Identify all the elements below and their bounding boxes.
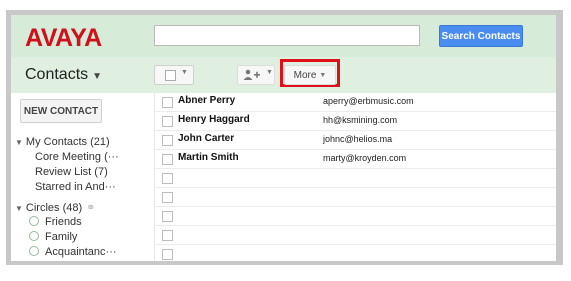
row-checkbox[interactable] <box>162 192 173 203</box>
sidebar-item-label: Friends <box>45 216 82 228</box>
search-input[interactable] <box>154 25 420 46</box>
avaya-logo: AVAYA <box>25 24 102 52</box>
circles-settings-icon[interactable]: ⚭ <box>86 202 95 214</box>
chevron-down-icon: ▼ <box>319 71 327 79</box>
contacts-app: AVAYA Search Contacts Contacts ▼ ▼ ▼ Mor… <box>11 15 556 261</box>
contact-email: hh@ksmining.com <box>323 115 398 125</box>
search-contacts-button[interactable]: Search Contacts <box>439 25 523 47</box>
new-contact-button[interactable]: NEW CONTACT <box>20 99 102 123</box>
contact-email: marty@kroyden.com <box>323 153 407 163</box>
row-checkbox[interactable] <box>162 173 173 184</box>
contact-row[interactable]: Abner Perry aperry@erbmusic.com <box>155 93 556 112</box>
contact-row[interactable]: Henry Haggard hh@ksmining.com <box>155 112 556 131</box>
contact-name[interactable]: Martin Smith <box>178 152 239 163</box>
sidebar-item-label: Starred in And··· <box>35 181 116 193</box>
sidebar-item-acquaintances[interactable]: Acquaintanc··· <box>29 246 117 258</box>
sidebar-item-circles[interactable]: ▼ Circles (48) ⚭ <box>15 201 95 214</box>
sidebar-item-label: Acquaintanc··· <box>45 246 117 258</box>
contact-row[interactable]: John Carter johnc@helios.ma <box>155 131 556 150</box>
empty-row <box>155 169 556 188</box>
row-checkbox[interactable] <box>162 230 173 241</box>
add-person-icon <box>243 69 260 80</box>
row-checkbox[interactable] <box>162 135 173 146</box>
top-bar: AVAYA Search Contacts <box>11 15 556 57</box>
row-checkbox[interactable] <box>162 249 173 260</box>
contact-row[interactable]: Martin Smith marty@kroyden.com <box>155 150 556 169</box>
contacts-menu[interactable]: Contacts ▼ <box>25 66 102 84</box>
contact-name[interactable]: Henry Haggard <box>178 114 250 125</box>
sidebar-item-my-contacts[interactable]: ▼ My Contacts (21) <box>15 136 110 148</box>
more-label: More <box>293 69 317 81</box>
page-title: Contacts <box>25 66 89 83</box>
chevron-down-icon: ▼ <box>181 69 188 76</box>
row-checkbox[interactable] <box>162 154 173 165</box>
sidebar-item-label: Circles (48) <box>25 202 83 214</box>
row-checkbox[interactable] <box>162 116 173 127</box>
contact-name[interactable]: John Carter <box>178 133 234 144</box>
sidebar-item-core-meeting[interactable]: Core Meeting (··· <box>35 151 119 163</box>
toolbar: Contacts ▼ ▼ ▼ More ▼ <box>11 57 556 94</box>
contact-email: johnc@helios.ma <box>323 134 393 144</box>
sidebar-item-starred[interactable]: Starred in And··· <box>35 181 116 193</box>
triangle-down-icon: ▼ <box>15 138 23 147</box>
sidebar: NEW CONTACT ▼ My Contacts (21) Core Meeti… <box>11 93 154 261</box>
contact-name[interactable]: Abner Perry <box>178 95 235 106</box>
empty-row <box>155 188 556 207</box>
select-all-dropdown[interactable]: ▼ <box>154 65 194 85</box>
triangle-down-icon: ▼ <box>15 204 23 213</box>
circle-icon <box>29 231 39 241</box>
screenshot-frame: AVAYA Search Contacts Contacts ▼ ▼ ▼ Mor… <box>6 10 563 265</box>
circle-icon <box>29 246 39 256</box>
sidebar-item-label: My Contacts (21) <box>25 136 110 148</box>
contact-email: aperry@erbmusic.com <box>323 96 414 106</box>
circle-icon <box>29 216 39 226</box>
more-button[interactable]: More ▼ <box>284 65 336 85</box>
sidebar-item-friends[interactable]: Friends <box>29 216 82 228</box>
sidebar-item-label: Review List (7) <box>35 166 108 178</box>
checkbox-icon <box>165 70 176 81</box>
sidebar-item-review-list[interactable]: Review List (7) <box>35 166 108 178</box>
chevron-down-icon: ▼ <box>92 71 103 82</box>
row-checkbox[interactable] <box>162 97 173 108</box>
sidebar-item-label: Core Meeting (··· <box>35 151 119 163</box>
empty-row <box>155 226 556 245</box>
add-to-circles-button[interactable]: ▼ <box>237 65 275 85</box>
row-checkbox[interactable] <box>162 211 173 222</box>
chevron-down-icon: ▼ <box>266 69 273 76</box>
contact-list: Abner Perry aperry@erbmusic.com Henry Ha… <box>154 93 556 261</box>
empty-row <box>155 245 556 261</box>
empty-row <box>155 207 556 226</box>
sidebar-item-label: Family <box>45 231 78 243</box>
sidebar-item-family[interactable]: Family <box>29 231 77 243</box>
